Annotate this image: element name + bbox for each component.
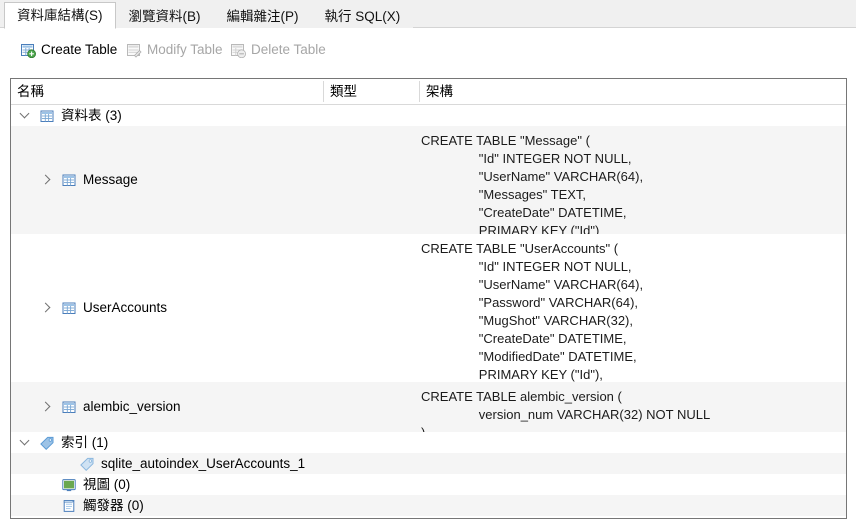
tree-group-label: 觸發器 (0) (83, 497, 144, 513)
column-header-name[interactable]: 名稱 (11, 79, 324, 104)
chevron-right-icon[interactable] (41, 400, 55, 414)
table-icon (61, 399, 77, 415)
view-monitor-icon (61, 477, 77, 493)
name-cell: 觸發器 (0) (11, 495, 324, 516)
index-tag-icon (39, 435, 55, 451)
modify-table-label: Modify Table (147, 42, 223, 58)
no-chevron-spacer (59, 457, 73, 471)
tab-label: 執行 SQL(X) (324, 9, 401, 24)
delete-table-icon (230, 42, 247, 59)
no-chevron-spacer (41, 478, 55, 492)
tab-edit-pragmas[interactable]: 編輯雜注(P) (213, 4, 312, 28)
type-cell (324, 432, 420, 453)
index-row[interactable]: sqlite_autoindex_UserAccounts_1 (11, 453, 846, 474)
tree-group-label: 視圖 (0) (83, 476, 131, 492)
tab-bar: 資料庫結構(S) 瀏覽資料(B) 編輯雜注(P) 執行 SQL(X) (0, 0, 856, 29)
modify-table-icon (126, 42, 142, 58)
table-name-label: alembic_version (83, 399, 181, 415)
table-icon (61, 300, 77, 316)
tab-database-structure[interactable]: 資料庫結構(S) (4, 2, 116, 29)
chevron-right-icon[interactable] (41, 173, 55, 187)
create-table-button[interactable]: Create Table (16, 37, 121, 63)
table-row[interactable]: UserAccounts CREATE TABLE "UserAccounts"… (11, 234, 846, 418)
table-schema-sql: CREATE TABLE alembic_version ( version_n… (421, 389, 711, 440)
tab-browse-data[interactable]: 瀏覽資料(B) (115, 4, 214, 28)
toolbar: Create Table Modify Table Delete Table (0, 29, 856, 73)
name-cell: Message (11, 126, 324, 234)
name-cell: sqlite_autoindex_UserAccounts_1 (11, 453, 324, 474)
type-cell (324, 453, 420, 474)
tab-list: 資料庫結構(S) 瀏覽資料(B) 編輯雜注(P) 執行 SQL(X) (0, 0, 856, 29)
type-cell (324, 382, 420, 432)
tables-folder-icon (39, 108, 55, 124)
table-name-label: Message (83, 172, 138, 188)
modify-table-button[interactable]: Modify Table (122, 37, 227, 63)
chevron-right-icon[interactable] (41, 301, 55, 315)
table-schema-sql: CREATE TABLE "UserAccounts" ( "Id" INTEG… (421, 241, 644, 418)
tab-label: 瀏覽資料(B) (128, 9, 201, 24)
name-cell: UserAccounts (11, 234, 324, 382)
tab-label: 資料庫結構(S) (17, 8, 103, 23)
table-row[interactable]: alembic_version CREATE TABLE alembic_ver… (11, 382, 846, 440)
type-cell (324, 234, 420, 382)
type-cell (324, 126, 420, 234)
chevron-down-icon[interactable] (19, 436, 33, 450)
delete-table-label: Delete Table (251, 42, 326, 58)
index-name-label: sqlite_autoindex_UserAccounts_1 (101, 455, 306, 471)
name-cell: alembic_version (11, 382, 324, 432)
table-name-label: UserAccounts (83, 300, 168, 316)
tree-group-label: 資料表 (3) (61, 107, 122, 123)
column-header-schema[interactable]: 架構 (420, 79, 846, 104)
index-tag-icon (79, 456, 95, 472)
tree-rows: 資料表 (3) Message CREATE TABLE "Message" (… (11, 105, 846, 516)
name-cell: 索引 (1) (11, 432, 324, 453)
table-icon (61, 172, 77, 188)
delete-table-button[interactable]: Delete Table (226, 37, 330, 63)
name-cell: 視圖 (0) (11, 474, 324, 495)
type-cell (324, 474, 420, 495)
create-table-label: Create Table (41, 42, 118, 58)
tree-group-tables[interactable]: 資料表 (3) (11, 105, 846, 126)
table-row[interactable]: Message CREATE TABLE "Message" ( "Id" IN… (11, 126, 846, 256)
tree-group-triggers[interactable]: 觸發器 (0) (11, 495, 846, 516)
type-cell (324, 105, 420, 126)
type-cell (324, 495, 420, 516)
no-chevron-spacer (41, 499, 55, 513)
tree-group-label: 索引 (1) (61, 434, 109, 450)
trigger-scroll-icon (61, 498, 77, 514)
tab-label: 編輯雜注(P) (226, 9, 299, 24)
create-table-icon (20, 42, 37, 59)
name-cell: 資料表 (3) (11, 105, 324, 126)
column-header-row: 名稱 類型 架構 (11, 79, 846, 105)
column-header-type[interactable]: 類型 (324, 79, 420, 104)
database-structure-panel: 名稱 類型 架構 資料表 (3) Message CREATE TABLE "M… (10, 78, 847, 519)
tab-execute-sql[interactable]: 執行 SQL(X) (311, 4, 414, 28)
tree-group-views[interactable]: 視圖 (0) (11, 474, 846, 495)
table-schema-sql: CREATE TABLE "Message" ( "Id" INTEGER NO… (421, 133, 644, 256)
chevron-down-icon[interactable] (19, 109, 33, 123)
tree-group-indices[interactable]: 索引 (1) (11, 432, 846, 453)
